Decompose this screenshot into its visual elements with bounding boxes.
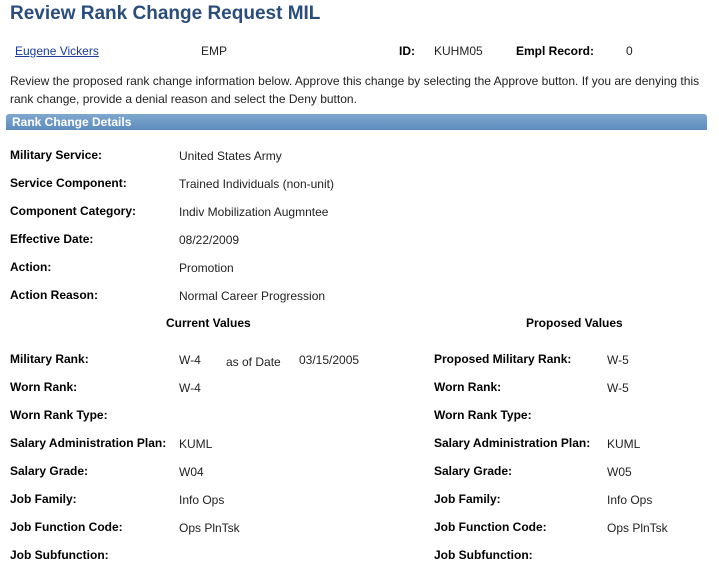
current-value-job-family: Info Ops xyxy=(179,493,225,507)
employee-type: EMP xyxy=(201,44,228,58)
proposed-value-military-rank: W-5 xyxy=(607,353,629,367)
detail-label-effective-date: Effective Date: xyxy=(10,232,94,246)
current-value-salary-grade: W04 xyxy=(179,465,204,479)
current-label-worn-rank: Worn Rank: xyxy=(10,380,78,394)
detail-value-component-category: Indiv Mobilization Augmntee xyxy=(179,205,329,219)
current-value-military-rank: W-4 xyxy=(179,353,201,367)
current-values-header: Current Values xyxy=(166,316,251,330)
current-value-salary-admin-plan: KUML xyxy=(179,437,213,451)
detail-value-action: Promotion xyxy=(179,261,234,275)
proposed-value-salary-admin-plan: KUML xyxy=(607,437,641,451)
proposed-values-header: Proposed Values xyxy=(526,316,623,330)
proposed-label-worn-rank-type: Worn Rank Type: xyxy=(434,408,532,422)
detail-label-military-service: Military Service: xyxy=(10,148,103,162)
empl-record-value: 0 xyxy=(626,44,633,58)
page-title: Review Rank Change Request MIL xyxy=(10,3,321,24)
proposed-value-worn-rank: W-5 xyxy=(607,381,629,395)
proposed-label-military-rank: Proposed Military Rank: xyxy=(434,352,572,366)
proposed-label-job-function-code: Job Function Code: xyxy=(434,520,547,534)
detail-value-effective-date: 08/22/2009 xyxy=(179,233,240,247)
proposed-label-worn-rank: Worn Rank: xyxy=(434,380,502,394)
current-label-job-family: Job Family: xyxy=(10,492,77,506)
detail-value-military-service: United States Army xyxy=(179,149,282,163)
as-of-date-value: 03/15/2005 xyxy=(299,353,360,367)
detail-label-service-component: Service Component: xyxy=(10,176,127,190)
section-title: Rank Change Details xyxy=(12,115,132,129)
id-label: ID: xyxy=(399,44,415,58)
current-label-salary-admin-plan: Salary Administration Plan: xyxy=(10,436,167,450)
proposed-label-job-family: Job Family: xyxy=(434,492,501,506)
proposed-label-salary-grade: Salary Grade: xyxy=(434,464,513,478)
instructions-text: Review the proposed rank change informat… xyxy=(10,74,700,106)
detail-label-component-category: Component Category: xyxy=(10,204,136,218)
current-label-salary-grade: Salary Grade: xyxy=(10,464,89,478)
proposed-label-job-subfunction: Job Subfunction: xyxy=(434,548,533,562)
id-value: KUHM05 xyxy=(434,44,483,58)
current-value-worn-rank: W-4 xyxy=(179,381,201,395)
detail-label-action: Action: xyxy=(10,260,52,274)
detail-label-action-reason: Action Reason: xyxy=(10,288,99,302)
employee-name-link[interactable]: Eugene Vickers xyxy=(15,44,99,58)
detail-value-service-component: Trained Individuals (non-unit) xyxy=(179,177,334,191)
detail-value-action-reason: Normal Career Progression xyxy=(179,289,326,303)
current-label-job-function-code: Job Function Code: xyxy=(10,520,123,534)
current-value-job-function-code: Ops PlnTsk xyxy=(179,521,240,535)
proposed-value-salary-grade: W05 xyxy=(607,465,632,479)
current-label-military-rank: Military Rank: xyxy=(10,352,89,366)
as-of-date-label: as of Date xyxy=(226,355,281,369)
proposed-value-job-family: Info Ops xyxy=(607,493,653,507)
proposed-label-salary-admin-plan: Salary Administration Plan: xyxy=(434,436,591,450)
empl-record-label: Empl Record: xyxy=(516,44,595,58)
current-label-worn-rank-type: Worn Rank Type: xyxy=(10,408,108,422)
proposed-value-job-function-code: Ops PlnTsk xyxy=(607,521,668,535)
current-label-job-subfunction: Job Subfunction: xyxy=(10,548,109,562)
